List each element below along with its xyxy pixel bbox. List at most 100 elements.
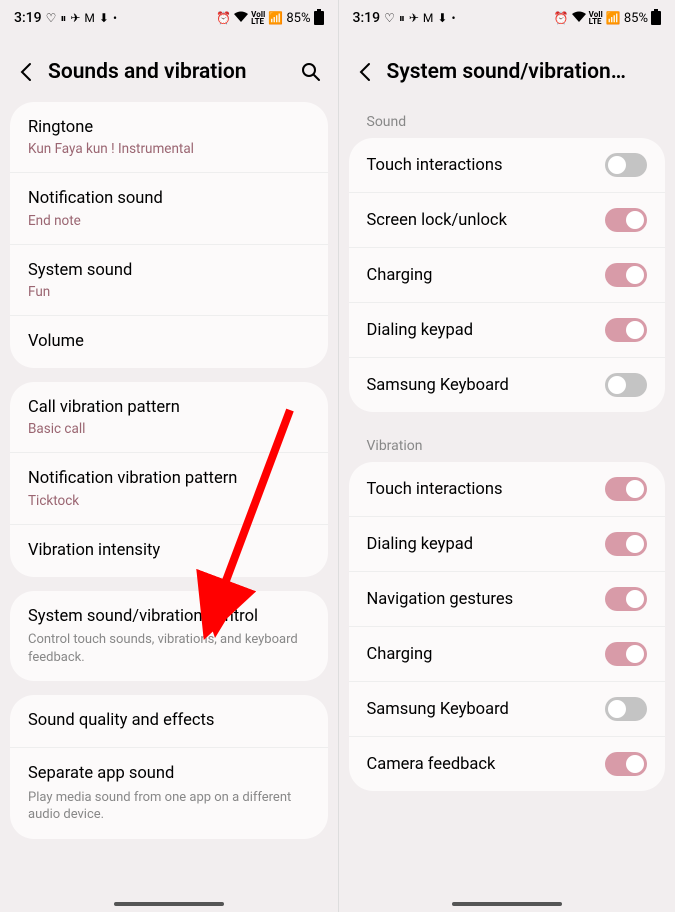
toggle-switch[interactable] bbox=[605, 477, 647, 501]
toggle-row: Dialing keypad bbox=[349, 303, 666, 358]
toggle-switch[interactable] bbox=[605, 318, 647, 342]
toggle-group: Touch interactionsScreen lock/unlockChar… bbox=[349, 138, 666, 412]
whatsapp-icon: ♡ bbox=[384, 11, 395, 25]
toggle-label: Samsung Keyboard bbox=[367, 700, 509, 719]
toggle-label: Dialing keypad bbox=[367, 321, 474, 340]
toggle-row: Touch interactions bbox=[349, 462, 666, 517]
toggle-knob bbox=[608, 700, 626, 718]
toggle-row: Screen lock/unlock bbox=[349, 193, 666, 248]
toggle-knob bbox=[608, 156, 626, 174]
toggle-knob bbox=[626, 211, 644, 229]
settings-group: System sound/vibration controlControl to… bbox=[10, 591, 328, 681]
toggle-row: Samsung Keyboard bbox=[349, 358, 666, 412]
download-icon: ⬇ bbox=[437, 11, 447, 25]
toggle-row: Samsung Keyboard bbox=[349, 682, 666, 737]
settings-group: RingtoneKun Faya kun ! InstrumentalNotif… bbox=[10, 102, 328, 368]
search-button[interactable] bbox=[300, 61, 322, 83]
settings-row[interactable]: System sound Fun bbox=[10, 245, 328, 316]
toggle-label: Dialing keypad bbox=[367, 535, 474, 554]
back-button[interactable] bbox=[355, 62, 375, 82]
battery-percent: 85% bbox=[286, 11, 310, 26]
more-icon: • bbox=[113, 11, 117, 25]
toggle-knob bbox=[626, 755, 644, 773]
toggle-row: Dialing keypad bbox=[349, 517, 666, 572]
toggle-label: Touch interactions bbox=[367, 156, 503, 175]
toggle-label: Samsung Keyboard bbox=[367, 376, 509, 395]
pause-icon: ⏸ bbox=[60, 11, 66, 26]
toggle-knob bbox=[608, 376, 626, 394]
toggle-label: Navigation gestures bbox=[367, 590, 514, 609]
toggle-row: Touch interactions bbox=[349, 138, 666, 193]
volte-icon: VoIILTE bbox=[589, 11, 603, 25]
page-title: System sound/vibration… bbox=[387, 60, 660, 84]
gmail-icon: M bbox=[84, 11, 94, 25]
settings-row[interactable]: RingtoneKun Faya kun ! Instrumental bbox=[10, 102, 328, 173]
settings-row[interactable]: System sound/vibration controlControl to… bbox=[10, 591, 328, 681]
row-title: Notification vibration pattern bbox=[28, 468, 310, 490]
status-left: 3:19 ♡ ⏸ ✈ M ⬇ • bbox=[353, 10, 456, 26]
row-subtitle: Ticktock bbox=[28, 493, 310, 509]
toggle-switch[interactable] bbox=[605, 373, 647, 397]
status-right: ⏰ VoIILTE 📶 85% bbox=[216, 9, 323, 28]
toggle-switch[interactable] bbox=[605, 642, 647, 666]
row-subtitle: Fun bbox=[28, 284, 310, 300]
signal-icon: 📶 bbox=[268, 11, 283, 25]
page-title: Sounds and vibration bbox=[48, 60, 288, 84]
toggle-label: Charging bbox=[367, 645, 433, 664]
nav-bar[interactable] bbox=[114, 902, 224, 906]
settings-row[interactable]: Volume bbox=[10, 316, 328, 368]
battery-icon bbox=[314, 9, 324, 28]
wifi-icon bbox=[234, 11, 248, 25]
toggle-switch[interactable] bbox=[605, 208, 647, 232]
row-title: Separate app sound bbox=[28, 763, 310, 785]
page-header: System sound/vibration… bbox=[339, 32, 675, 102]
status-right: ⏰ VoIILTE 📶 85% bbox=[554, 9, 661, 28]
toggle-label: Touch interactions bbox=[367, 480, 503, 499]
battery-percent: 85% bbox=[624, 11, 648, 26]
toggle-switch[interactable] bbox=[605, 263, 647, 287]
settings-row[interactable]: Call vibration patternBasic call bbox=[10, 382, 328, 453]
row-title: System sound bbox=[28, 260, 310, 282]
row-subtitle: Basic call bbox=[28, 421, 310, 437]
row-title: Ringtone bbox=[28, 117, 310, 139]
settings-row[interactable]: Notification soundEnd note bbox=[10, 173, 328, 244]
toggle-switch[interactable] bbox=[605, 153, 647, 177]
gmail-icon: M bbox=[423, 11, 433, 25]
settings-row[interactable]: Sound quality and effects bbox=[10, 695, 328, 748]
settings-content: RingtoneKun Faya kun ! InstrumentalNotif… bbox=[0, 102, 338, 839]
status-time: 3:19 bbox=[353, 10, 381, 26]
settings-content: Sound Touch interactions Screen lock/unloc… bbox=[339, 102, 675, 791]
toggle-knob bbox=[626, 590, 644, 608]
toggle-label: Screen lock/unlock bbox=[367, 211, 507, 230]
toggle-knob bbox=[626, 266, 644, 284]
toggle-label: Camera feedback bbox=[367, 755, 496, 774]
volte-icon: VoIILTE bbox=[251, 11, 265, 25]
toggle-group: Touch interactions Dialing keypad Navigati… bbox=[349, 462, 666, 791]
toggle-row: Charging bbox=[349, 627, 666, 682]
row-subtitle: End note bbox=[28, 213, 310, 229]
settings-row[interactable]: Notification vibration pattern Ticktock bbox=[10, 453, 328, 524]
download-icon: ⬇ bbox=[99, 11, 109, 25]
back-button[interactable] bbox=[16, 62, 36, 82]
settings-row[interactable]: Separate app soundPlay media sound from … bbox=[10, 748, 328, 838]
toggle-knob bbox=[626, 480, 644, 498]
section-label: Sound bbox=[349, 102, 666, 138]
settings-row[interactable]: Vibration intensity bbox=[10, 525, 328, 577]
toggle-switch[interactable] bbox=[605, 532, 647, 556]
row-title: System sound/vibration control bbox=[28, 606, 310, 628]
nav-bar[interactable] bbox=[452, 902, 562, 906]
toggle-switch[interactable] bbox=[605, 587, 647, 611]
whatsapp-icon: ♡ bbox=[46, 11, 57, 25]
signal-icon: 📶 bbox=[606, 11, 621, 25]
toggle-switch[interactable] bbox=[605, 697, 647, 721]
toggle-row: Navigation gestures bbox=[349, 572, 666, 627]
pause-icon: ⏸ bbox=[399, 11, 405, 26]
wifi-icon bbox=[572, 11, 586, 25]
row-title: Volume bbox=[28, 331, 310, 353]
page-header: Sounds and vibration bbox=[0, 32, 338, 102]
status-bar: 3:19 ♡ ⏸ ✈ M ⬇ • ⏰ VoIILTE 📶 85% bbox=[0, 0, 338, 32]
row-title: Sound quality and effects bbox=[28, 710, 310, 732]
more-icon: • bbox=[451, 11, 455, 25]
toggle-row: Camera feedback bbox=[349, 737, 666, 791]
toggle-switch[interactable] bbox=[605, 752, 647, 776]
